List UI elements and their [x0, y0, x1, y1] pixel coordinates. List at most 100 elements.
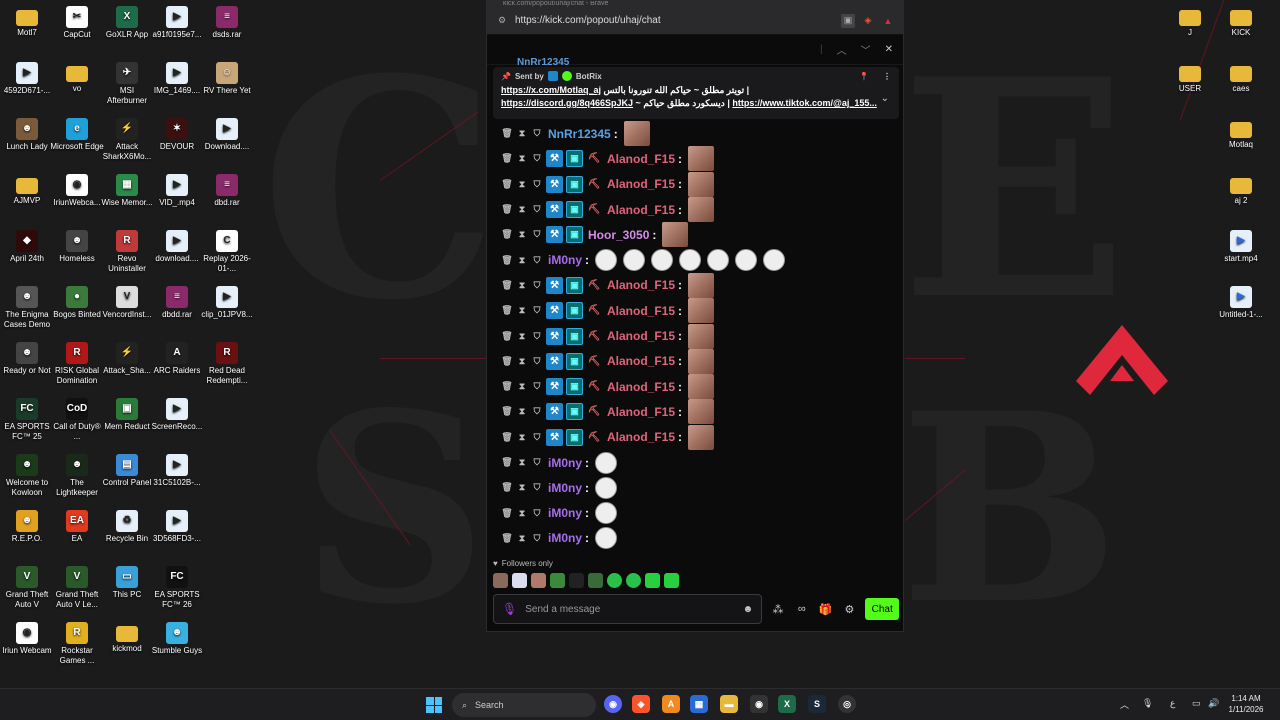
desktop-icon[interactable]: FC EA SPORTS FC™ 25 — [0, 398, 54, 442]
timeout-icon[interactable]: ⧗ — [516, 482, 528, 493]
chat-username[interactable]: Alanod_F15 — [607, 203, 675, 217]
desktop-icon[interactable]: ☻ Lunch Lady — [0, 118, 54, 152]
delete-icon[interactable]: 🗑 — [501, 432, 513, 443]
desktop-icon[interactable]: ▶ 3D568FD3-... — [150, 510, 204, 544]
desktop-icon[interactable]: A ARC Raiders — [150, 342, 204, 376]
timeout-icon[interactable]: ⧗ — [516, 128, 528, 139]
desktop-icon[interactable]: ▶ download.... — [150, 230, 204, 264]
discord-taskbar-icon[interactable]: ◉ — [604, 695, 622, 713]
desktop-icon[interactable]: C Replay 2026-01-... — [200, 230, 254, 274]
desktop-icon[interactable]: FC EA SPORTS FC™ 26 — [150, 566, 204, 610]
emote-button[interactable] — [569, 573, 584, 588]
delete-icon[interactable]: 🗑 — [501, 457, 513, 468]
start-button[interactable] — [426, 697, 442, 713]
points-icon[interactable]: ⁂ — [770, 603, 786, 616]
desktop-icon[interactable]: Motlaq — [1214, 118, 1268, 150]
pickaxe-badge-icon[interactable]: ⛏ — [586, 356, 602, 367]
moderator-badge-icon[interactable]: ⚒ — [546, 327, 563, 345]
volume-icon[interactable]: 🔊 — [1208, 698, 1219, 709]
emote-button[interactable] — [626, 573, 641, 588]
emote-button[interactable] — [550, 573, 565, 588]
desktop-icon[interactable]: ≡ dbd.rar — [200, 174, 254, 208]
desktop-icon[interactable]: CoD Call of Duty® ... — [50, 398, 104, 442]
chat-message[interactable]: 🗑 ⧗ ⛉ iM0ny: — [501, 500, 897, 525]
chat-username[interactable]: iM0ny — [548, 456, 582, 470]
infinity-icon[interactable]: ∞ — [794, 603, 810, 615]
ban-icon[interactable]: ⛉ — [531, 128, 543, 139]
chat-username[interactable]: Alanod_F15 — [607, 380, 675, 394]
desktop-icon[interactable]: R Red Dead Redempti... — [200, 342, 254, 386]
expand-chevron-icon[interactable]: ⌄ — [881, 93, 889, 104]
desktop-icon[interactable]: ✂ CapCut — [50, 6, 104, 40]
desktop-icon[interactable]: V Grand Theft Auto V Le... — [50, 566, 104, 610]
app-taskbar-icon[interactable]: ▦ — [690, 695, 708, 713]
subscriber-badge-icon[interactable]: ▣ — [566, 352, 583, 370]
chat-username[interactable]: NnRr12345 — [548, 127, 611, 141]
chevron-up-icon[interactable]: ︿ — [1120, 698, 1129, 711]
gift-icon[interactable]: 🎁 — [818, 603, 834, 616]
desktop-icon[interactable]: V Grand Theft Auto V — [0, 566, 54, 610]
taskbar-search[interactable]: ⌕ Search — [452, 693, 596, 717]
ban-icon[interactable]: ⛉ — [531, 381, 543, 392]
moderator-badge-icon[interactable]: ⚒ — [546, 352, 563, 370]
desktop-icon[interactable]: R Rockstar Games ... — [50, 622, 104, 666]
desktop-icon[interactable]: ☻ Homeless — [50, 230, 104, 264]
desktop-icon[interactable]: vo — [50, 62, 104, 94]
desktop-icon[interactable]: ▶ 4592D671-... — [0, 62, 54, 96]
ban-icon[interactable]: ⛉ — [531, 508, 543, 519]
desktop-icon[interactable]: ☻ Stumble Guys — [150, 622, 204, 656]
timeout-icon[interactable]: ⧗ — [516, 432, 528, 443]
timeout-icon[interactable]: ⧗ — [516, 255, 528, 266]
timeout-icon[interactable]: ⧗ — [516, 356, 528, 367]
delete-icon[interactable]: 🗑 — [501, 533, 513, 544]
moderator-badge-icon[interactable]: ⚒ — [546, 276, 563, 294]
subscriber-badge-icon[interactable]: ▣ — [566, 327, 583, 345]
desktop-icon[interactable]: KICK — [1214, 6, 1268, 38]
desktop-icon[interactable]: R RISK Global Domination — [50, 342, 104, 386]
desktop-icon[interactable]: ▶ start.mp4 — [1214, 230, 1268, 264]
subscriber-badge-icon[interactable]: ▣ — [566, 175, 583, 193]
chat-username[interactable]: iM0ny — [548, 506, 582, 520]
chat-message[interactable]: 🗑 ⧗ ⛉ ⚒ ▣ ⛏ Alanod_F15: — [501, 348, 897, 374]
pickaxe-badge-icon[interactable]: ⛏ — [586, 153, 602, 164]
pickaxe-badge-icon[interactable]: ⛏ — [586, 381, 602, 392]
microphone-tray-icon[interactable]: 🎙 — [1142, 698, 1153, 709]
emote-button[interactable] — [493, 573, 508, 588]
delete-icon[interactable]: 🗑 — [501, 356, 513, 367]
file-explorer-taskbar-icon[interactable]: ▬ — [720, 695, 738, 713]
desktop-icon[interactable]: ✶ DEVOUR — [150, 118, 204, 152]
subscriber-badge-icon[interactable]: ▣ — [566, 428, 583, 446]
chat-username[interactable]: Alanod_F15 — [607, 354, 675, 368]
chat-username[interactable]: Alanod_F15 — [607, 304, 675, 318]
emoji-icon[interactable]: ☻ — [743, 604, 754, 615]
moderator-badge-icon[interactable]: ⚒ — [546, 201, 563, 219]
delete-icon[interactable]: 🗑 — [501, 255, 513, 266]
delete-icon[interactable]: 🗑 — [501, 204, 513, 215]
moderator-badge-icon[interactable]: ⚒ — [546, 403, 563, 421]
delete-icon[interactable]: 🗑 — [501, 280, 513, 291]
desktop-icon[interactable]: ✈ MSI Afterburner — [100, 62, 154, 106]
desktop-icon[interactable]: ☻ The Enigma Cases Demo — [0, 286, 54, 330]
subscriber-badge-icon[interactable]: ▣ — [566, 378, 583, 396]
moderator-badge-icon[interactable]: ⚒ — [546, 302, 563, 320]
ban-icon[interactable]: ⛉ — [531, 406, 543, 417]
tiktok-link[interactable]: https://www.tiktok.com/@aj_155... — [732, 98, 876, 108]
timeout-icon[interactable]: ⧗ — [516, 179, 528, 190]
timeout-icon[interactable]: ⧗ — [516, 406, 528, 417]
ban-icon[interactable]: ⛉ — [531, 280, 543, 291]
brave-shields-icon[interactable]: ◈ — [861, 14, 875, 28]
chat-message[interactable]: 🗑 ⧗ ⛉ iM0ny: — [501, 475, 897, 500]
desktop-icon[interactable]: ⚡ Attack_Sha... — [100, 342, 154, 376]
desktop-icon[interactable]: AJMVP — [0, 174, 54, 206]
desktop-icon[interactable]: ◉ Iriun Webcam — [0, 622, 54, 656]
chat-username[interactable]: iM0ny — [548, 531, 582, 545]
desktop-icon[interactable]: J — [1163, 6, 1217, 38]
delete-icon[interactable]: 🗑 — [501, 482, 513, 493]
timeout-icon[interactable]: ⧗ — [516, 533, 528, 544]
moderator-badge-icon[interactable]: ⚒ — [546, 428, 563, 446]
chat-username[interactable]: iM0ny — [548, 481, 582, 495]
subscriber-badge-icon[interactable]: ▣ — [566, 150, 583, 168]
timeout-icon[interactable]: ⧗ — [516, 381, 528, 392]
chat-message[interactable]: 🗑 ⧗ ⛉ ⚒ ▣ ⛏ Alanod_F15: — [501, 323, 897, 349]
desktop-icon[interactable]: ≡ dsds.rar — [200, 6, 254, 40]
